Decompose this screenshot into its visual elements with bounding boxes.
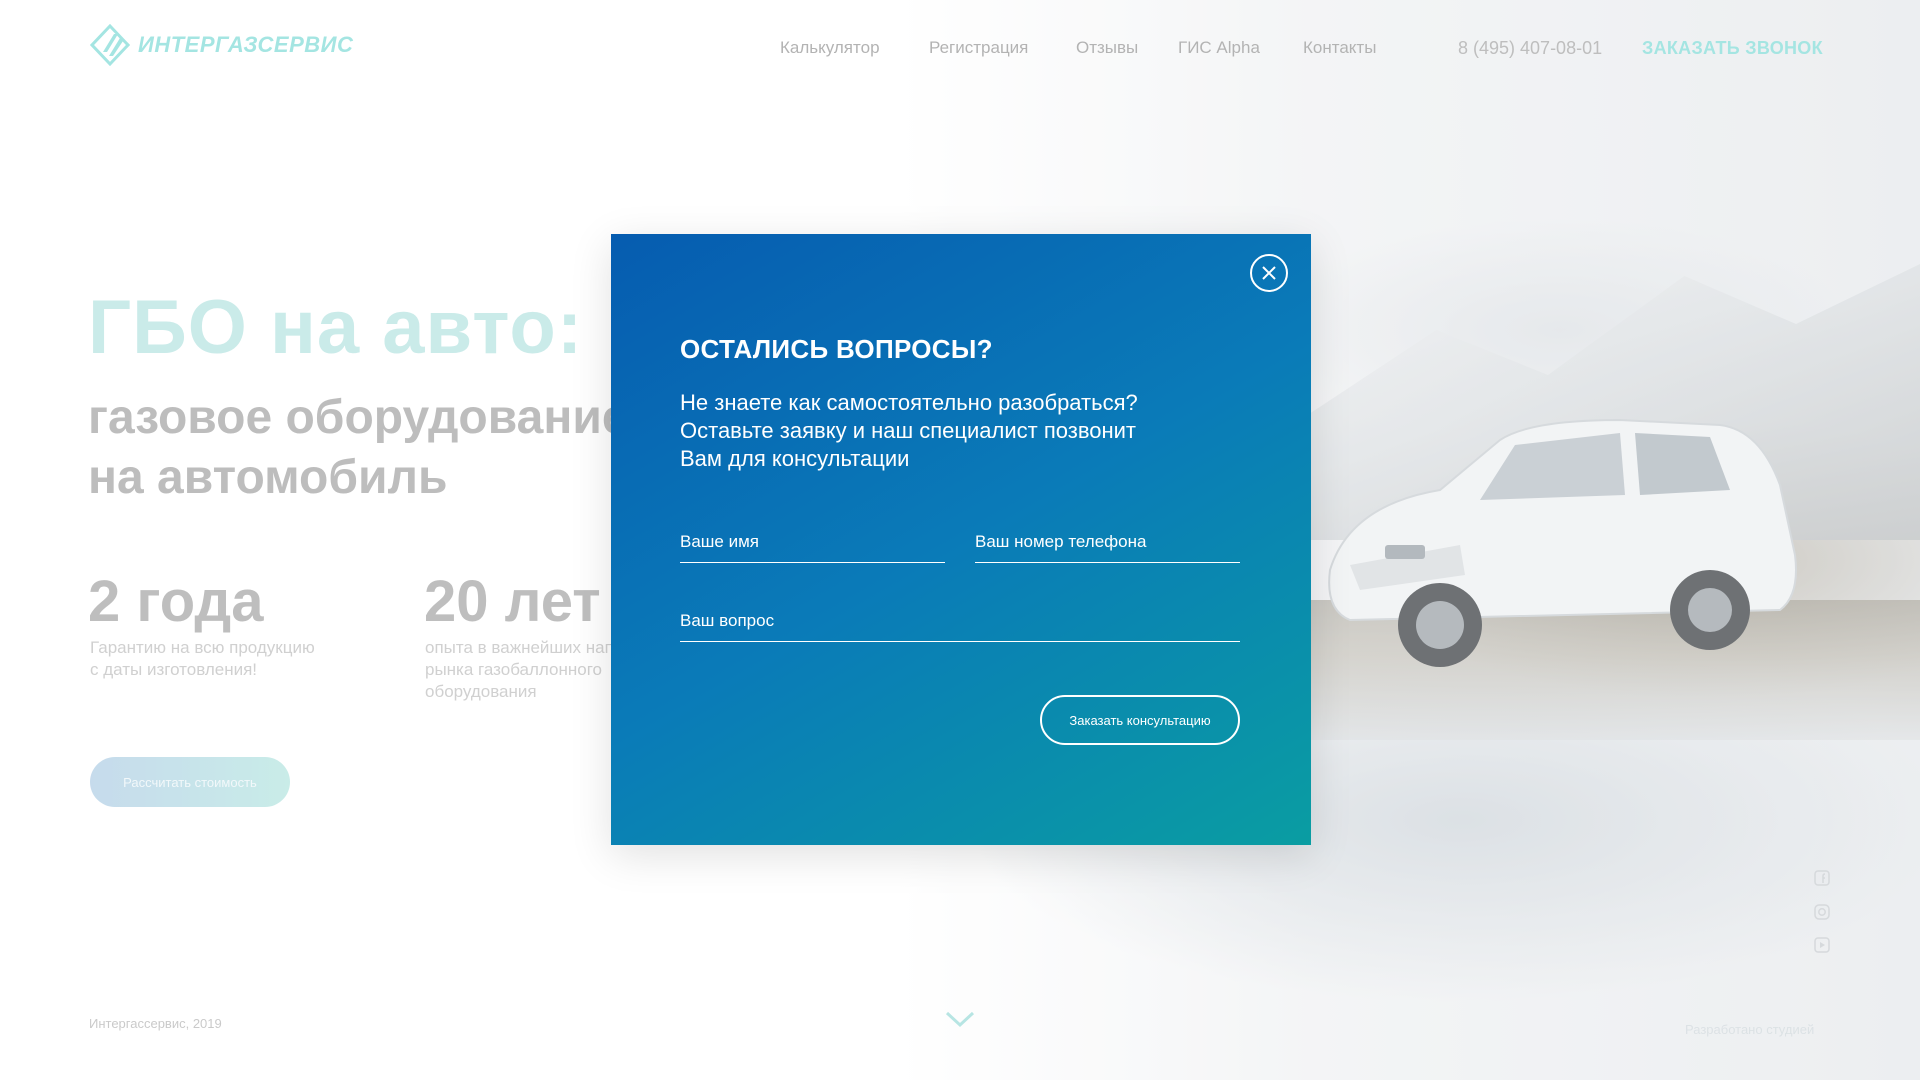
question-field[interactable] <box>680 609 1240 642</box>
close-icon <box>1262 266 1276 280</box>
modal-description-line2: Оставьте заявку и наш специалист позвони… <box>680 418 1137 443</box>
modal-description: Не знаете как самостоятельно разобраться… <box>680 389 1240 473</box>
modal-description-line3: Вам для консультации <box>680 446 910 471</box>
close-modal-button[interactable] <box>1250 254 1288 292</box>
modal-description-line1: Не знаете как самостоятельно разобраться… <box>680 390 1138 415</box>
phone-field[interactable] <box>975 530 1240 563</box>
modal-title: ОСТАЛИСЬ ВОПРОСЫ? <box>680 334 993 364</box>
landing-page: ИНТЕРГАЗСЕРВИС Калькулятор Регистрация О… <box>0 0 1920 1080</box>
order-consultation-button[interactable]: Заказать консультацию <box>1040 695 1240 745</box>
consultation-modal: ОСТАЛИСЬ ВОПРОСЫ? Не знаете как самостоя… <box>611 234 1311 845</box>
name-field[interactable] <box>680 530 945 563</box>
